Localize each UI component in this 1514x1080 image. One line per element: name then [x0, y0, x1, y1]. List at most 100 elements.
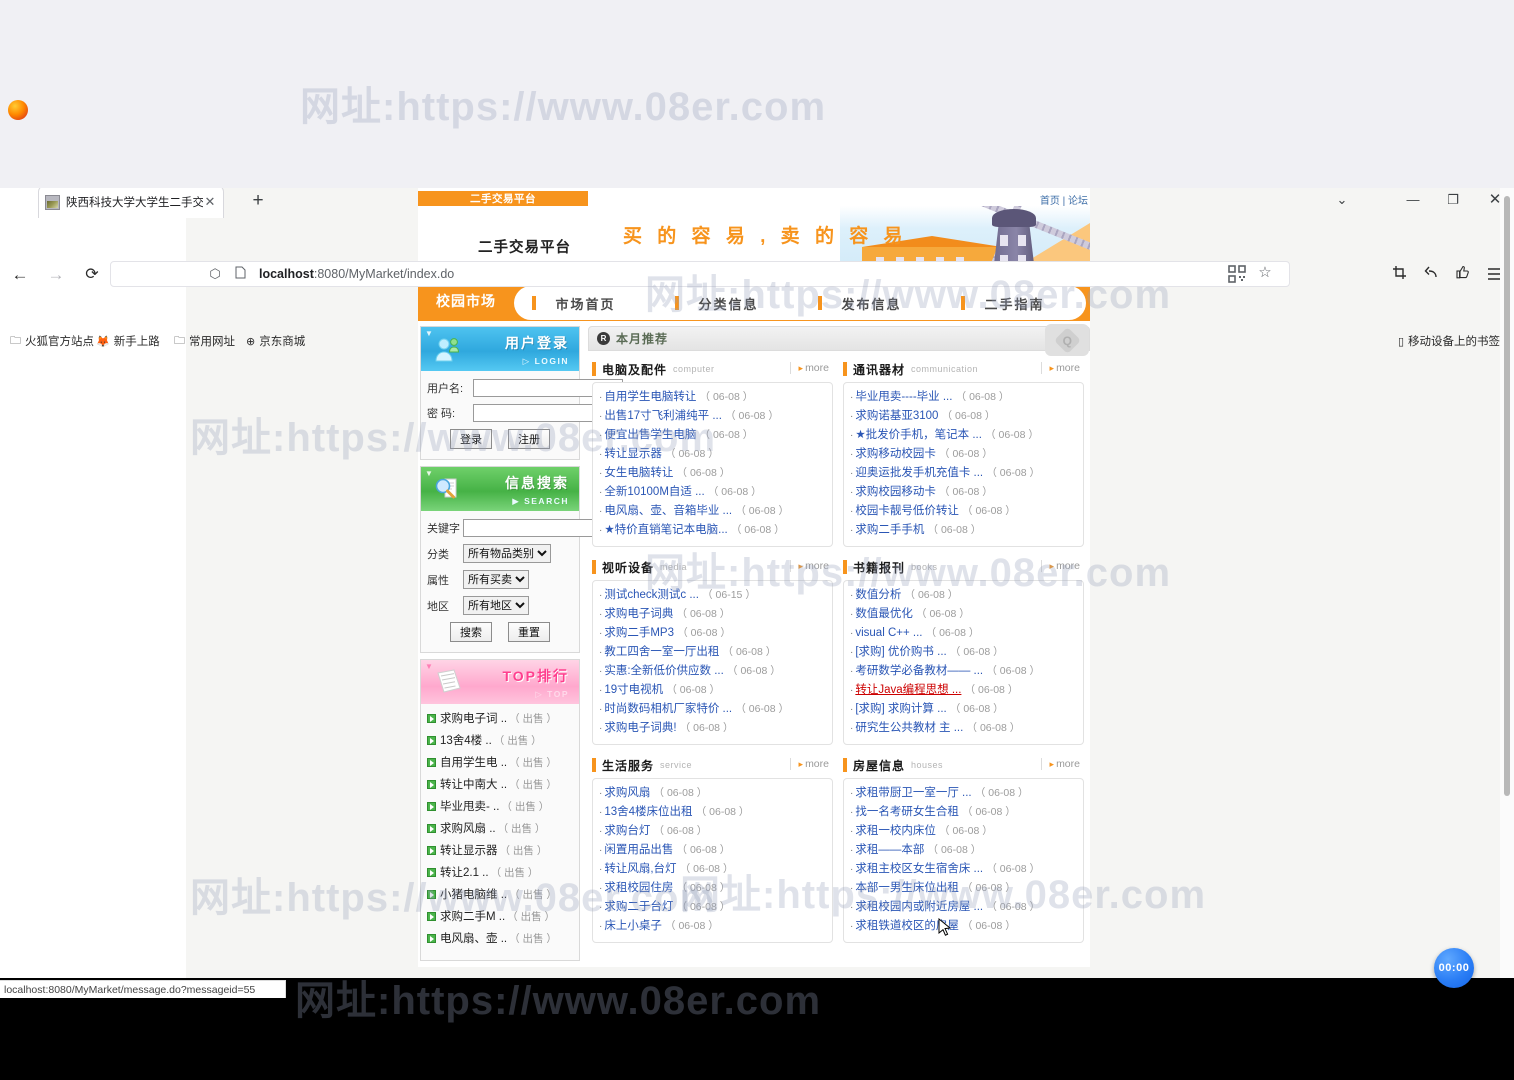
- listing-item[interactable]: · 求租一校内床位 （ 06-08 ）: [850, 822, 1077, 841]
- listing-item[interactable]: · 床上小桌子 （ 06-08 ）: [599, 917, 826, 936]
- listing-item[interactable]: · visual C++ ... （ 06-08 ）: [850, 624, 1077, 643]
- top-ranking-item[interactable]: 电风扇、壶 .. （ 出售 ）: [427, 930, 575, 946]
- listing-item[interactable]: · 13舍4楼床位出租 （ 06-08 ）: [599, 803, 826, 822]
- attribute-select[interactable]: 所有买卖: [463, 570, 529, 589]
- listing-link[interactable]: 13舍4楼床位出租: [604, 806, 692, 818]
- listing-link[interactable]: 求购二手手机: [855, 524, 924, 536]
- listing-item[interactable]: · 自用学生电脑转让 （ 06-08 ）: [599, 388, 826, 407]
- listing-item[interactable]: · 女生电脑转让 （ 06-08 ）: [599, 464, 826, 483]
- category-more-link[interactable]: more: [789, 758, 829, 770]
- listing-link[interactable]: 时尚数码相机厂家特价 ...: [604, 703, 732, 715]
- listing-item[interactable]: · 找一名考研女生合租 （ 06-08 ）: [850, 803, 1077, 822]
- recording-timer-badge[interactable]: 00:00: [1434, 948, 1474, 988]
- bookmark-item-2[interactable]: 🗀 常用网址: [174, 333, 235, 349]
- listing-link[interactable]: 自用学生电脑转让: [604, 391, 696, 403]
- listing-item[interactable]: · 校园卡靓号低价转让 （ 06-08 ）: [850, 502, 1077, 521]
- listing-link[interactable]: 求购电子词典: [604, 608, 673, 620]
- listing-item[interactable]: · 求租校园内或附近房屋 ... （ 06-08 ）: [850, 898, 1077, 917]
- top-ranking-item[interactable]: 求购电子词 .. （ 出售 ）: [427, 710, 575, 726]
- listing-item[interactable]: · [求购] 求购计算 ... （ 06-08 ）: [850, 700, 1077, 719]
- listing-link[interactable]: 转让显示器: [604, 448, 662, 460]
- listing-link[interactable]: 19寸电视机: [604, 684, 663, 696]
- page-scrollbar-thumb[interactable]: [1504, 196, 1510, 796]
- category-more-link[interactable]: more: [789, 560, 829, 572]
- listing-link[interactable]: 考研数学必备教材—— ...: [855, 665, 983, 677]
- top-ranking-item[interactable]: 小猪电脑维 .. （ 出售 ）: [427, 886, 575, 902]
- category-more-link[interactable]: more: [1040, 758, 1080, 770]
- listing-link[interactable]: 研究生公共教材 主 ...: [855, 722, 963, 734]
- category-select[interactable]: 所有物品类别: [463, 544, 551, 563]
- top-ranking-item[interactable]: 13舍4楼 .. （ 出售 ）: [427, 732, 575, 748]
- listing-link[interactable]: 转让Java编程思想 ...: [855, 684, 961, 696]
- listing-link[interactable]: 闲置用品出售: [604, 844, 673, 856]
- category-more-link[interactable]: more: [789, 362, 829, 374]
- listing-link[interactable]: 全新10100M自适 ...: [604, 486, 704, 498]
- search-button[interactable]: 搜索: [450, 622, 492, 642]
- listing-link[interactable]: 教工四舍一室一厅出租: [604, 646, 719, 658]
- listing-item[interactable]: · 电风扇、壶、音箱毕业 ... （ 06-08 ）: [599, 502, 826, 521]
- listing-link[interactable]: 女生电脑转让: [604, 467, 673, 479]
- region-select[interactable]: 所有地区: [463, 596, 529, 615]
- top-ranking-item[interactable]: 求购风扇 .. （ 出售 ）: [427, 820, 575, 836]
- listing-item[interactable]: · 教工四舍一室一厅出租 （ 06-08 ）: [599, 643, 826, 662]
- listing-link[interactable]: 数值分析: [855, 589, 901, 601]
- listing-link[interactable]: 校园卡靓号低价转让: [855, 505, 959, 517]
- category-more-link[interactable]: more: [1040, 362, 1080, 374]
- browser-tab[interactable]: 陕西科技大学大学生二手交易平 ✕: [38, 185, 224, 218]
- top-ranking-item[interactable]: 求购二手M .. （ 出售 ）: [427, 908, 575, 924]
- collapse-arrow-icon[interactable]: ▼: [425, 329, 433, 338]
- listing-link[interactable]: 毕业甩卖----毕业 ...: [855, 391, 952, 403]
- listing-item[interactable]: · 19寸电视机 （ 06-08 ）: [599, 681, 826, 700]
- top-ranking-item[interactable]: 毕业甩卖- .. （ 出售 ）: [427, 798, 575, 814]
- listing-link[interactable]: 实惠:全新低价供应数 ...: [604, 665, 723, 677]
- collapse-arrow-icon[interactable]: ▼: [425, 469, 433, 478]
- nav-item-publish[interactable]: 发布信息: [800, 294, 943, 313]
- listing-item[interactable]: · 求租铁道校区的房屋 （ 06-08 ）: [850, 917, 1077, 936]
- listing-item[interactable]: · 时尚数码相机厂家特价 ... （ 06-08 ）: [599, 700, 826, 719]
- listing-item[interactable]: · 数值最优化 （ 06-08 ）: [850, 605, 1077, 624]
- listing-item[interactable]: · 研究生公共教材 主 ... （ 06-08 ）: [850, 719, 1077, 738]
- listing-item[interactable]: · 求购二手手机 （ 06-08 ）: [850, 521, 1077, 540]
- listing-link[interactable]: ★批发价手机，笔记本 ...: [855, 429, 982, 441]
- top-ranking-item[interactable]: 自用学生电 .. （ 出售 ）: [427, 754, 575, 770]
- listing-link[interactable]: 找一名考研女生合租: [855, 806, 959, 818]
- collapse-arrow-icon[interactable]: ▼: [425, 662, 433, 671]
- listing-item[interactable]: · 求租主校区女生宿舍床 ... （ 06-08 ）: [850, 860, 1077, 879]
- listing-item[interactable]: · 出售17寸飞利浦纯平 ... （ 06-08 ）: [599, 407, 826, 426]
- nav-item-guide[interactable]: 二手指南: [943, 294, 1086, 313]
- top-ranking-item[interactable]: 转让显示器（ 出售 ）: [427, 842, 575, 858]
- bookmark-star-icon[interactable]: ☆: [1256, 264, 1274, 282]
- top-ranking-item[interactable]: 转让中南大 .. （ 出售 ）: [427, 776, 575, 792]
- listing-link[interactable]: ★特价直销笔记本电脑...: [604, 524, 727, 536]
- listing-link[interactable]: 数值最优化: [855, 608, 913, 620]
- thumbs-up-icon[interactable]: [1452, 265, 1474, 287]
- listing-link[interactable]: 求租主校区女生宿舍床 ...: [855, 863, 983, 875]
- address-bar[interactable]: ⬡ localhost:8080/MyMarket/index.do: [110, 261, 1290, 287]
- bookmark-item-0[interactable]: 🗀 火狐官方站点: [10, 333, 94, 349]
- listing-item[interactable]: · ★批发价手机，笔记本 ... （ 06-08 ）: [850, 426, 1077, 445]
- listing-link[interactable]: 便宜出售学生电脑: [604, 429, 696, 441]
- listing-link[interactable]: 转让风扇,台灯: [604, 863, 676, 875]
- listing-item[interactable]: · 测试check测试c ... （ 06-15 ）: [599, 586, 826, 605]
- bookmark-item-1[interactable]: 🦊 新手上路: [96, 333, 160, 349]
- listing-item[interactable]: · 求租——本部 （ 06-08 ）: [850, 841, 1077, 860]
- nav-item-categories[interactable]: 分类信息: [657, 294, 800, 313]
- window-maximize-icon[interactable]: ❐: [1438, 189, 1468, 211]
- listing-link[interactable]: 本部一男生床位出租: [855, 882, 959, 894]
- listing-link[interactable]: 求租——本部: [855, 844, 924, 856]
- listing-item[interactable]: · 数值分析 （ 06-08 ）: [850, 586, 1077, 605]
- listing-item[interactable]: · 求租校园住房 （ 06-08 ）: [599, 879, 826, 898]
- listing-item[interactable]: · 求购二手MP3 （ 06-08 ）: [599, 624, 826, 643]
- top-ranking-item[interactable]: 转让2.1 .. （ 出售 ）: [427, 864, 575, 880]
- nav-item-market-home[interactable]: 市场首页: [514, 294, 657, 313]
- listing-item[interactable]: · 求购电子词典! （ 06-08 ）: [599, 719, 826, 738]
- listing-link[interactable]: [求购] 求购计算 ...: [855, 703, 946, 715]
- listing-item[interactable]: · 求购二于台灯 （ 06-08 ）: [599, 898, 826, 917]
- listing-link[interactable]: visual C++ ...: [855, 627, 922, 639]
- new-tab-icon[interactable]: +: [246, 189, 270, 213]
- category-more-link[interactable]: more: [1040, 560, 1080, 572]
- listing-item[interactable]: · 便宜出售学生电脑 （ 06-08 ）: [599, 426, 826, 445]
- listing-item[interactable]: · 求购电子词典 （ 06-08 ）: [599, 605, 826, 624]
- register-button[interactable]: 注册: [508, 429, 550, 449]
- undo-arrow-icon[interactable]: [1420, 265, 1442, 287]
